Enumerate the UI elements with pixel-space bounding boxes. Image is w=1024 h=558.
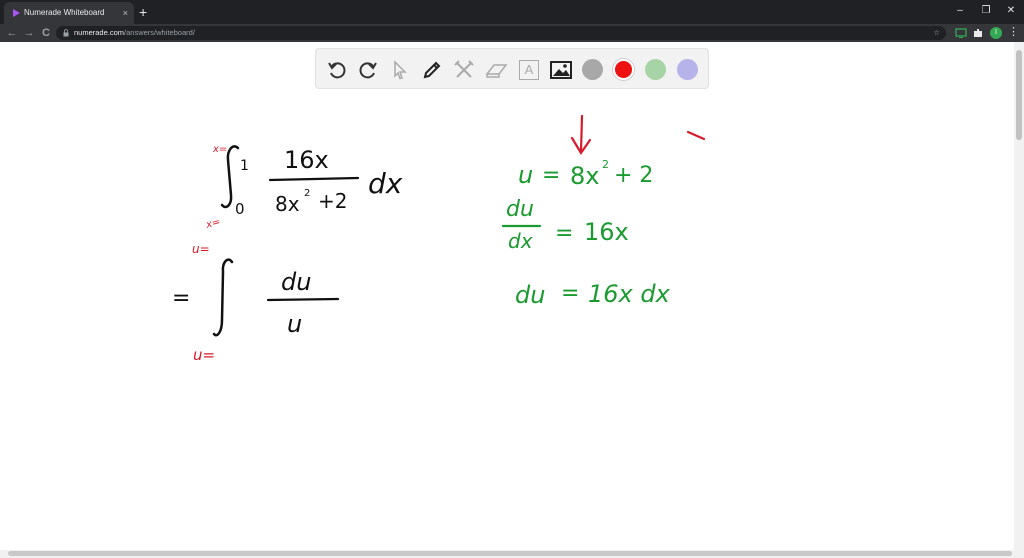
upper-bound-label: x= bbox=[212, 144, 227, 155]
derivative-equals: = bbox=[555, 221, 573, 246]
original-integral: x= 1 x= 0 16x 8x 2 +2 dx bbox=[204, 144, 403, 231]
lower-bound-label-u: u= bbox=[193, 346, 215, 364]
upper-bound-label-u: u= bbox=[192, 242, 210, 256]
red-mark bbox=[686, 130, 706, 141]
u-definition-exponent: 2 bbox=[602, 158, 609, 171]
du-lhs: du bbox=[515, 281, 545, 309]
integral-sign bbox=[220, 145, 240, 209]
denominator-exponent: 2 bbox=[304, 188, 310, 199]
du-equals: = bbox=[561, 281, 579, 306]
du-rhs: 16x dx bbox=[588, 280, 671, 308]
derivative-denominator: dx bbox=[508, 229, 533, 253]
derivative-numerator: du bbox=[506, 197, 534, 222]
u-definition-lhs: u bbox=[518, 161, 533, 189]
equals-sign: = bbox=[172, 286, 190, 311]
du-numerator: du bbox=[281, 268, 311, 296]
numerator: 16x bbox=[284, 146, 329, 174]
lower-limit: 0 bbox=[235, 200, 245, 218]
upper-limit: 1 bbox=[240, 158, 249, 174]
lower-bound-label: x= bbox=[204, 217, 222, 232]
u-denominator: u bbox=[287, 310, 302, 338]
fraction-bar-2 bbox=[266, 297, 340, 302]
substitution-work: u = 8x 2 + 2 du dx = 16x du = 16x dx bbox=[501, 158, 671, 309]
denominator-base: 8x bbox=[275, 192, 300, 216]
handwriting-layer: x= 1 x= 0 16x 8x 2 +2 dx = u= u= du u u … bbox=[172, 114, 706, 364]
fraction-bar bbox=[268, 176, 360, 182]
red-arrow bbox=[570, 114, 706, 156]
derivative-rhs: 16x bbox=[584, 218, 629, 246]
u-definition-base: 8x bbox=[570, 162, 599, 190]
denominator-rest: +2 bbox=[318, 189, 347, 213]
u-definition-rest: + 2 bbox=[614, 163, 653, 188]
u-definition-equals: = bbox=[542, 163, 560, 188]
integral-sign-2 bbox=[212, 258, 234, 337]
substituted-integral: = u= u= du u bbox=[172, 242, 340, 364]
differential: dx bbox=[368, 167, 403, 200]
